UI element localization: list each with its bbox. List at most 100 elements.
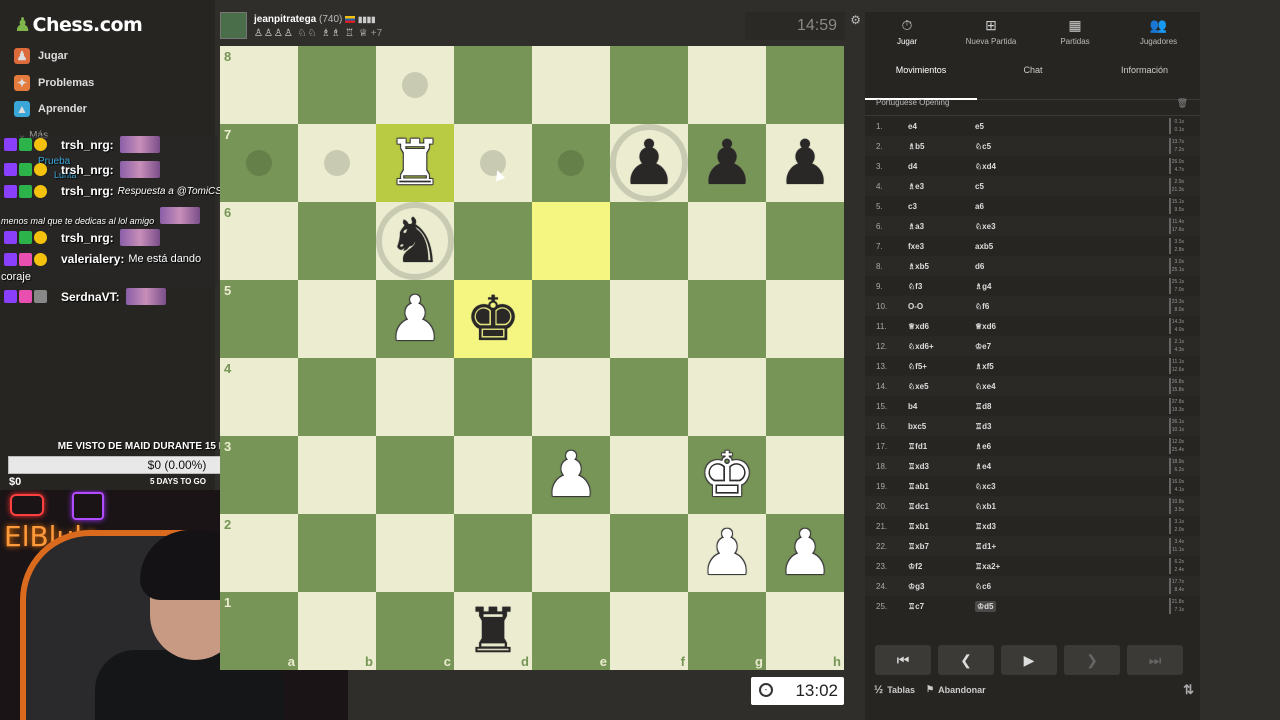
square-e1[interactable]: e [532,592,610,670]
black-move[interactable]: ♘xe3 [975,222,996,231]
next-move-button[interactable]: ❯ [1064,645,1120,675]
tab-partidas[interactable]: ▦ Partidas [1033,12,1117,54]
black-move[interactable]: ♗g4 [975,282,992,291]
black-move[interactable]: ♘f6 [975,302,989,311]
white-move[interactable]: c3 [908,202,917,211]
square-e5[interactable] [532,280,610,358]
black-knight-c6[interactable]: ♞ [376,202,454,280]
black-move[interactable]: c5 [975,182,984,191]
white-move[interactable]: ♘xe5 [908,382,929,391]
square-h8[interactable] [766,46,844,124]
square-b5[interactable] [298,280,376,358]
avatar[interactable] [220,12,247,39]
opponent-name[interactable]: jeanpitratega (740) ▮▮▮▮ [254,14,376,25]
tab-jugadores[interactable]: 👥 Jugadores [1117,12,1200,54]
square-b6[interactable] [298,202,376,280]
black-move[interactable]: ♕xd6 [975,322,996,331]
black-pawn-h7[interactable]: ♟ [766,124,844,202]
tab-jugar[interactable]: ⏱ Jugar [865,12,949,54]
square-e8[interactable] [532,46,610,124]
black-move[interactable]: ♘xc3 [975,482,996,491]
black-move[interactable]: ♗xf5 [975,362,994,371]
square-g1[interactable]: g [688,592,766,670]
white-pawn-e3[interactable]: ♟ [532,436,610,514]
square-f3[interactable] [610,436,688,514]
white-king-g3[interactable]: ♚ [688,436,766,514]
white-move[interactable]: ♘xd6+ [908,342,934,351]
draw-button[interactable]: ½ Tablas [874,684,915,696]
logo[interactable]: ♟ Chess.com [14,14,143,36]
nav-item-problemas[interactable]: ✦ Problemas [14,72,94,94]
white-move[interactable]: ♖xb7 [908,542,929,551]
white-move[interactable]: ♖ab1 [908,482,929,491]
black-move[interactable]: ♖d1+ [975,542,996,551]
black-move[interactable]: a6 [975,202,984,211]
black-move[interactable]: ♖xa2+ [975,562,1000,571]
legal-move-dot[interactable] [558,150,584,176]
white-move[interactable]: ♖xd3 [908,462,929,471]
resign-button[interactable]: ⚑ Abandonar [926,684,986,695]
square-g5[interactable] [688,280,766,358]
square-a5[interactable]: 5 [220,280,298,358]
square-d6[interactable] [454,202,532,280]
white-move[interactable]: d4 [908,162,917,171]
square-h4[interactable] [766,358,844,436]
square-d2[interactable] [454,514,532,592]
legal-move-dot[interactable] [246,150,272,176]
square-a6[interactable]: 6 [220,202,298,280]
white-move[interactable]: ♕xd6 [908,322,929,331]
white-move[interactable]: ♖xb1 [908,522,929,531]
square-f5[interactable] [610,280,688,358]
black-move[interactable]: ♘c5 [975,142,991,151]
square-b3[interactable] [298,436,376,514]
square-h3[interactable] [766,436,844,514]
black-move[interactable]: ♘xb1 [975,502,996,511]
white-move[interactable]: b4 [908,402,917,411]
black-move[interactable]: ♖d8 [975,402,992,411]
flip-board-icon[interactable]: ⇅ [1183,682,1194,698]
square-d8[interactable] [454,46,532,124]
square-f8[interactable] [610,46,688,124]
white-move[interactable]: ♖dc1 [908,502,929,511]
square-a1[interactable]: 1a [220,592,298,670]
first-move-button[interactable]: ⏮ [875,645,931,675]
white-pawn-h2[interactable]: ♟ [766,514,844,592]
white-move[interactable]: ♖fd1 [908,442,927,451]
black-move[interactable]: ♖xd3 [975,522,996,531]
white-move[interactable]: e4 [908,122,917,131]
square-a2[interactable]: 2 [220,514,298,592]
black-rook-d1[interactable]: ♜ [454,592,532,670]
square-e6[interactable] [532,202,610,280]
square-b2[interactable] [298,514,376,592]
white-move[interactable]: ♘f3 [908,282,922,291]
square-g6[interactable] [688,202,766,280]
prev-move-button[interactable]: ❮ [938,645,994,675]
white-move[interactable]: ♗a3 [908,222,924,231]
square-c2[interactable] [376,514,454,592]
square-b1[interactable]: b [298,592,376,670]
last-move-button[interactable]: ⏭ [1127,645,1183,675]
square-a8[interactable]: 8 [220,46,298,124]
square-e2[interactable] [532,514,610,592]
black-king-d5[interactable]: ♚ [454,280,532,358]
square-b8[interactable] [298,46,376,124]
black-move[interactable]: ♖d3 [975,422,992,431]
square-c3[interactable] [376,436,454,514]
square-d4[interactable] [454,358,532,436]
square-f2[interactable] [610,514,688,592]
square-e4[interactable] [532,358,610,436]
play-button[interactable]: ▶ [1001,645,1057,675]
black-move[interactable]: axb5 [975,242,993,251]
white-pawn-g2[interactable]: ♟ [688,514,766,592]
nav-item-aprender[interactable]: ▲ Aprender [14,98,87,120]
white-move[interactable]: bxc5 [908,422,926,431]
black-pawn-f7[interactable]: ♟ [610,124,688,202]
square-f1[interactable]: f [610,592,688,670]
white-move[interactable]: ♗e3 [908,182,924,191]
white-rook-c7[interactable]: ♜ [376,124,454,202]
nav-item-jugar[interactable]: ♟ Jugar [14,45,68,67]
white-move[interactable]: ♘f5+ [908,362,927,371]
square-d3[interactable] [454,436,532,514]
white-move[interactable]: ♖c7 [908,602,924,611]
square-g8[interactable] [688,46,766,124]
